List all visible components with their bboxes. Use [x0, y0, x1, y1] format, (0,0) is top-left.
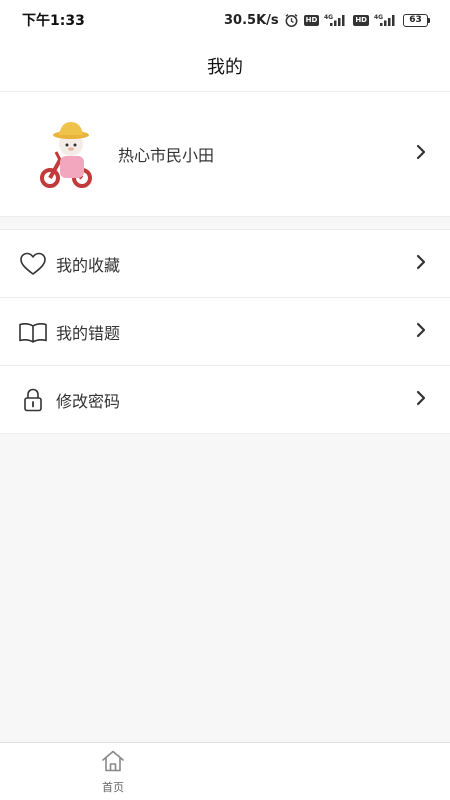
menu-list: 我的收藏 我的错题 修改密码 — [0, 229, 450, 434]
tab-home-label: 首页 — [102, 781, 124, 794]
page-title: 我的 — [207, 56, 243, 78]
menu-item-mistakes[interactable]: 我的错题 — [0, 298, 450, 366]
page-header: 我的 — [0, 40, 450, 92]
chevron-right-icon — [414, 321, 450, 343]
status-time: 下午1:33 — [22, 13, 85, 29]
menu-item-label: 我的错题 — [56, 323, 121, 343]
svg-text:4G: 4G — [324, 14, 333, 21]
battery-level: 63 — [403, 13, 428, 27]
bottom-tab-bar: 首页 — [0, 742, 450, 800]
menu-item-change-password[interactable]: 修改密码 — [0, 366, 450, 434]
chevron-right-icon — [414, 389, 450, 411]
status-bar: 下午1:33 30.5K/s HD 4G HD 4G 63 — [0, 0, 450, 40]
chevron-right-icon — [414, 143, 450, 165]
profile-name: 热心市民小田 — [118, 146, 215, 165]
network-speed: 30.5K/s — [224, 12, 279, 28]
lock-icon — [18, 386, 48, 414]
status-indicators: 30.5K/s HD 4G HD 4G 63 — [224, 13, 430, 28]
home-icon — [100, 749, 126, 777]
menu-item-favorites[interactable]: 我的收藏 — [0, 230, 450, 298]
alarm-icon — [284, 13, 299, 28]
profile-card[interactable]: 热心市民小田 — [0, 92, 450, 217]
menu-item-label: 我的收藏 — [56, 255, 121, 275]
signal-4g-icon-2: 4G — [374, 13, 398, 27]
heart-icon — [18, 250, 48, 278]
avatar — [30, 114, 102, 194]
tab-home[interactable]: 首页 — [88, 743, 138, 800]
signal-4g-icon: 4G — [324, 13, 348, 27]
hd-badge: HD — [303, 14, 320, 26]
battery-icon: 63 — [403, 13, 430, 27]
chevron-right-icon — [414, 253, 450, 275]
svg-text:4G: 4G — [374, 14, 383, 21]
hd-badge-2: HD — [353, 14, 369, 26]
book-icon — [18, 318, 48, 346]
menu-item-label: 修改密码 — [56, 391, 121, 411]
